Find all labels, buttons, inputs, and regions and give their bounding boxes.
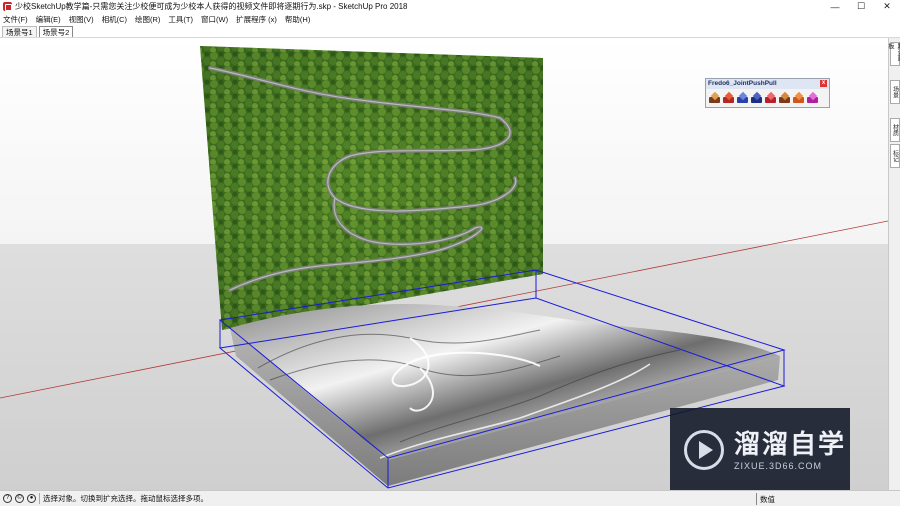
menu-tools[interactable]: 工具(T) — [168, 14, 193, 25]
menu-draw[interactable]: 绘图(R) — [135, 14, 160, 25]
redo-pushpull-icon[interactable] — [792, 91, 805, 105]
credits-icon[interactable]: © — [15, 494, 24, 503]
default-tray: 默认面板 场景 材质 标记 — [887, 38, 900, 490]
status-bar: ? © ● 选择对象。切换到扩充选择。拖动鼠标选择多项。 数值 — [0, 490, 900, 506]
fredo-toolbar-title-text: Fredo6_JointPushPull — [708, 80, 777, 87]
normal-pushpull-icon[interactable] — [736, 91, 749, 105]
watermark-title: 溜溜自学 — [734, 429, 847, 459]
vector-pushpull-icon[interactable] — [722, 91, 735, 105]
title-bar: 少校SketchUp教学篇-只需您关注少校便可成为少校本人获得的视频文件即将逐期… — [0, 0, 900, 13]
menu-window[interactable]: 窗口(W) — [201, 14, 228, 25]
scene-tabs-bar: 场景号1 场景号2 — [0, 25, 900, 38]
watermark-url: ZIXUE.3D66.COM — [734, 461, 823, 471]
user-icon[interactable]: ● — [27, 494, 36, 503]
play-logo-icon — [684, 430, 724, 470]
measurements-divider — [756, 493, 757, 505]
tray-tab-scenes[interactable]: 场景 — [890, 80, 900, 104]
watermark-text: 溜溜自学 ZIXUE.3D66.COM — [734, 429, 846, 471]
fredo-toolbar-title[interactable]: Fredo6_JointPushPull x — [706, 79, 829, 89]
geo-location-icon[interactable]: ? — [3, 494, 12, 503]
minimize-button[interactable]: — — [822, 0, 848, 13]
menu-help[interactable]: 帮助(H) — [285, 14, 310, 25]
menu-camera[interactable]: 相机(C) — [102, 14, 127, 25]
tray-tab-default[interactable]: 默认面板 — [887, 42, 900, 66]
maximize-button[interactable]: ☐ — [848, 0, 874, 13]
close-button[interactable]: ✕ — [874, 0, 900, 13]
extrude-pushpull-icon[interactable] — [750, 91, 763, 105]
status-divider — [39, 493, 40, 504]
status-message: 选择对象。切换到扩充选择。拖动鼠标选择多项。 — [43, 494, 208, 503]
menu-file[interactable]: 文件(F) — [3, 14, 28, 25]
measurements-label[interactable]: 数值 — [760, 494, 775, 505]
menu-view[interactable]: 视图(V) — [69, 14, 94, 25]
window-controls: — ☐ ✕ — [822, 0, 900, 13]
scene-tab-1[interactable]: 场景号1 — [2, 25, 37, 37]
tray-tab-tags[interactable]: 标记 — [890, 144, 900, 168]
watermark-logo: 溜溜自学 ZIXUE.3D66.COM — [670, 408, 850, 492]
fredo-toolbar-close-button[interactable]: x — [820, 80, 827, 87]
tray-tab-materials[interactable]: 材质 — [890, 118, 900, 142]
sketchup-app-icon — [3, 2, 12, 11]
fredo-jointpushpull-toolbar: Fredo6_JointPushPull x — [705, 78, 830, 108]
fredo-toolbar-icons — [706, 89, 829, 108]
joint-pushpull-icon[interactable] — [708, 91, 721, 105]
window-title: 少校SketchUp教学篇-只需您关注少校便可成为少校本人获得的视频文件即将逐期… — [15, 2, 408, 11]
undo-pushpull-icon[interactable] — [778, 91, 791, 105]
menu-bar: 文件(F) 编辑(E) 视图(V) 相机(C) 绘图(R) 工具(T) 窗口(W… — [0, 13, 900, 25]
menu-edit[interactable]: 编辑(E) — [36, 14, 61, 25]
menu-extensions[interactable]: 扩展程序 (x) — [236, 14, 277, 25]
scene-tab-2[interactable]: 场景号2 — [38, 25, 74, 37]
follow-pushpull-icon[interactable] — [764, 91, 777, 105]
thicken-pushpull-icon[interactable] — [806, 91, 819, 105]
